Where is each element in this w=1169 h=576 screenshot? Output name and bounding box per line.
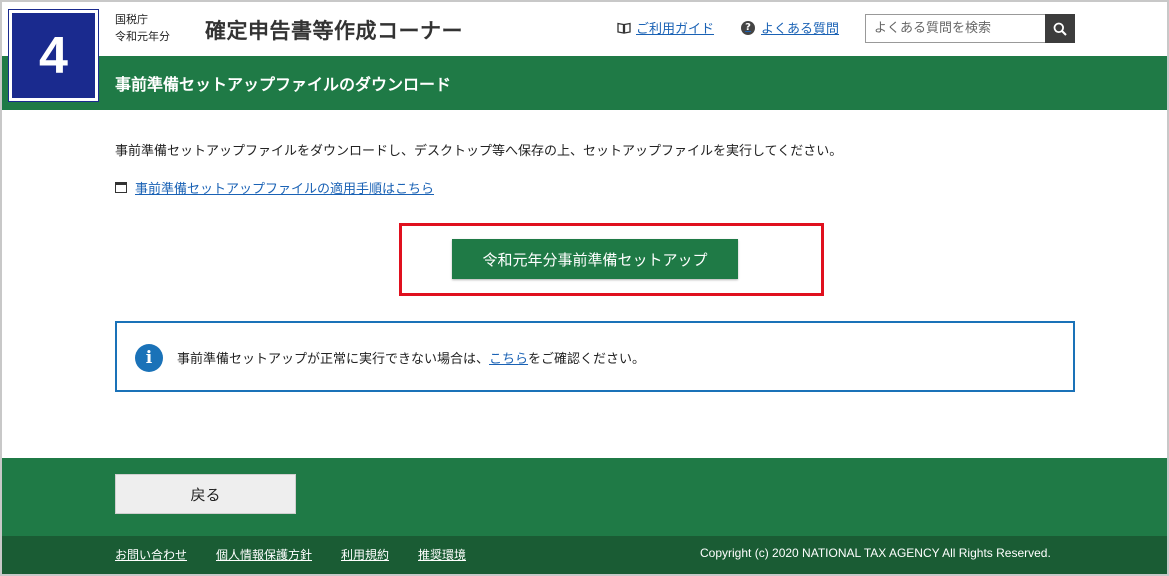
intro-text: 事前準備セットアップファイルをダウンロードし、デスクトップ等へ保存の上、セットア… xyxy=(115,144,843,159)
app-title: 確定申告書等作成コーナー xyxy=(205,19,463,43)
faq-search-input[interactable] xyxy=(865,14,1045,43)
agency-name: 国税庁 xyxy=(115,13,148,26)
tax-year: 令和元年分 xyxy=(115,30,170,43)
search-icon xyxy=(1053,22,1067,36)
footer-link-environment[interactable]: 推奨環境 xyxy=(418,546,466,563)
info-notice: i 事前準備セットアップが正常に実行できない場合は、こちらをご確認ください。 xyxy=(115,321,1075,392)
setup-download-button[interactable]: 令和元年分事前準備セットアップ xyxy=(452,239,738,279)
faq-label: よくある質問 xyxy=(761,22,840,37)
footer-link-contact[interactable]: お問い合わせ xyxy=(115,546,187,563)
search-button[interactable] xyxy=(1045,14,1075,43)
page-title: 事前準備セットアップファイルのダウンロード xyxy=(115,75,452,94)
window-icon xyxy=(115,182,127,193)
faq-search xyxy=(865,14,1075,43)
procedure-link-label: 事前準備セットアップファイルの適用手順はこちら xyxy=(135,182,435,197)
step-number-badge: 4 xyxy=(8,9,99,102)
question-circle-icon: ? xyxy=(741,20,755,35)
info-icon: i xyxy=(135,344,163,372)
info-prefix: 事前準備セットアップが正常に実行できない場合は、 xyxy=(177,352,490,367)
book-icon xyxy=(617,22,631,34)
info-suffix: をご確認ください。 xyxy=(528,352,646,367)
procedure-link[interactable]: 事前準備セットアップファイルの適用手順はこちら xyxy=(115,178,434,197)
footer-link-terms[interactable]: 利用規約 xyxy=(341,546,389,563)
footer-link-privacy[interactable]: 個人情報保護方針 xyxy=(216,546,312,563)
faq-link[interactable]: ? よくある質問 xyxy=(741,18,839,37)
info-text: 事前準備セットアップが正常に実行できない場合は、こちらをご確認ください。 xyxy=(177,348,645,367)
usage-guide-label: ご利用ガイド xyxy=(636,22,715,37)
back-button[interactable]: 戻る xyxy=(115,474,296,514)
agency-label: 国税庁 令和元年分 xyxy=(115,11,170,45)
usage-guide-link[interactable]: ご利用ガイド xyxy=(617,18,714,37)
info-link[interactable]: こちら xyxy=(489,352,528,367)
copyright: Copyright (c) 2020 NATIONAL TAX AGENCY A… xyxy=(700,546,1051,560)
